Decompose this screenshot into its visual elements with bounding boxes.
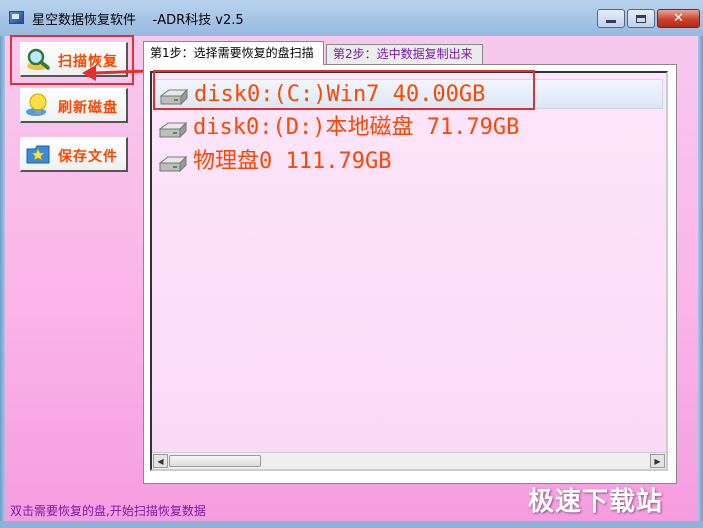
save-file-label: 保存文件 [58, 149, 118, 165]
save-file-button[interactable]: 保存文件 [20, 137, 128, 172]
arrow-left-icon: ◀ [157, 456, 164, 466]
title-bar: 星空数据恢复软件 -ADR科技 v2.5 ✕ [0, 0, 703, 36]
list-item[interactable]: disk0:(D:)本地磁盘 71.79GB [155, 113, 663, 143]
list-item[interactable]: 物理盘0 111.79GB [155, 147, 663, 177]
close-button[interactable]: ✕ [657, 9, 700, 28]
refresh-disk-label: 刷新磁盘 [58, 100, 118, 116]
hard-drive-icon [158, 155, 188, 173]
scroll-left-button[interactable]: ◀ [153, 454, 168, 468]
maximize-button[interactable] [627, 9, 655, 28]
app-icon [9, 11, 24, 24]
disk-label: disk0:(D:)本地磁盘 71.79GB [193, 115, 520, 140]
disk-label: 物理盘0 111.79GB [193, 149, 392, 174]
window-frame-bottom [0, 521, 703, 528]
hard-drive-icon [158, 121, 188, 139]
maximize-icon [636, 14, 646, 23]
minimize-icon [606, 20, 616, 23]
folder-star-icon [26, 145, 50, 164]
tab-step2[interactable]: 第2步：选中数据复制出来 [326, 44, 483, 64]
refresh-disk-button[interactable]: 刷新磁盘 [20, 88, 128, 123]
status-bar-text: 双击需要恢复的盘,开始扫描恢复数据 [10, 504, 206, 518]
lightbulb-icon [26, 93, 47, 116]
window-frame-right [698, 36, 703, 528]
minimize-button[interactable] [597, 9, 625, 28]
close-icon: ✕ [673, 11, 684, 26]
arrow-right-icon: ▶ [654, 456, 661, 466]
scrollbar-thumb[interactable] [169, 455, 261, 467]
scroll-right-button[interactable]: ▶ [650, 454, 665, 468]
selected-disk-highlight [153, 70, 535, 110]
tab-step1[interactable]: 第1步：选择需要恢复的盘扫描 [143, 41, 324, 65]
horizontal-scrollbar[interactable]: ◀ ▶ [152, 452, 666, 469]
window-title: 星空数据恢复软件 -ADR科技 v2.5 [32, 13, 244, 28]
disk-list[interactable]: disk0:(C:)Win7 40.00GB disk0:(D:)本地磁盘 71… [150, 71, 668, 471]
watermark: 极速下载站 [528, 487, 664, 517]
